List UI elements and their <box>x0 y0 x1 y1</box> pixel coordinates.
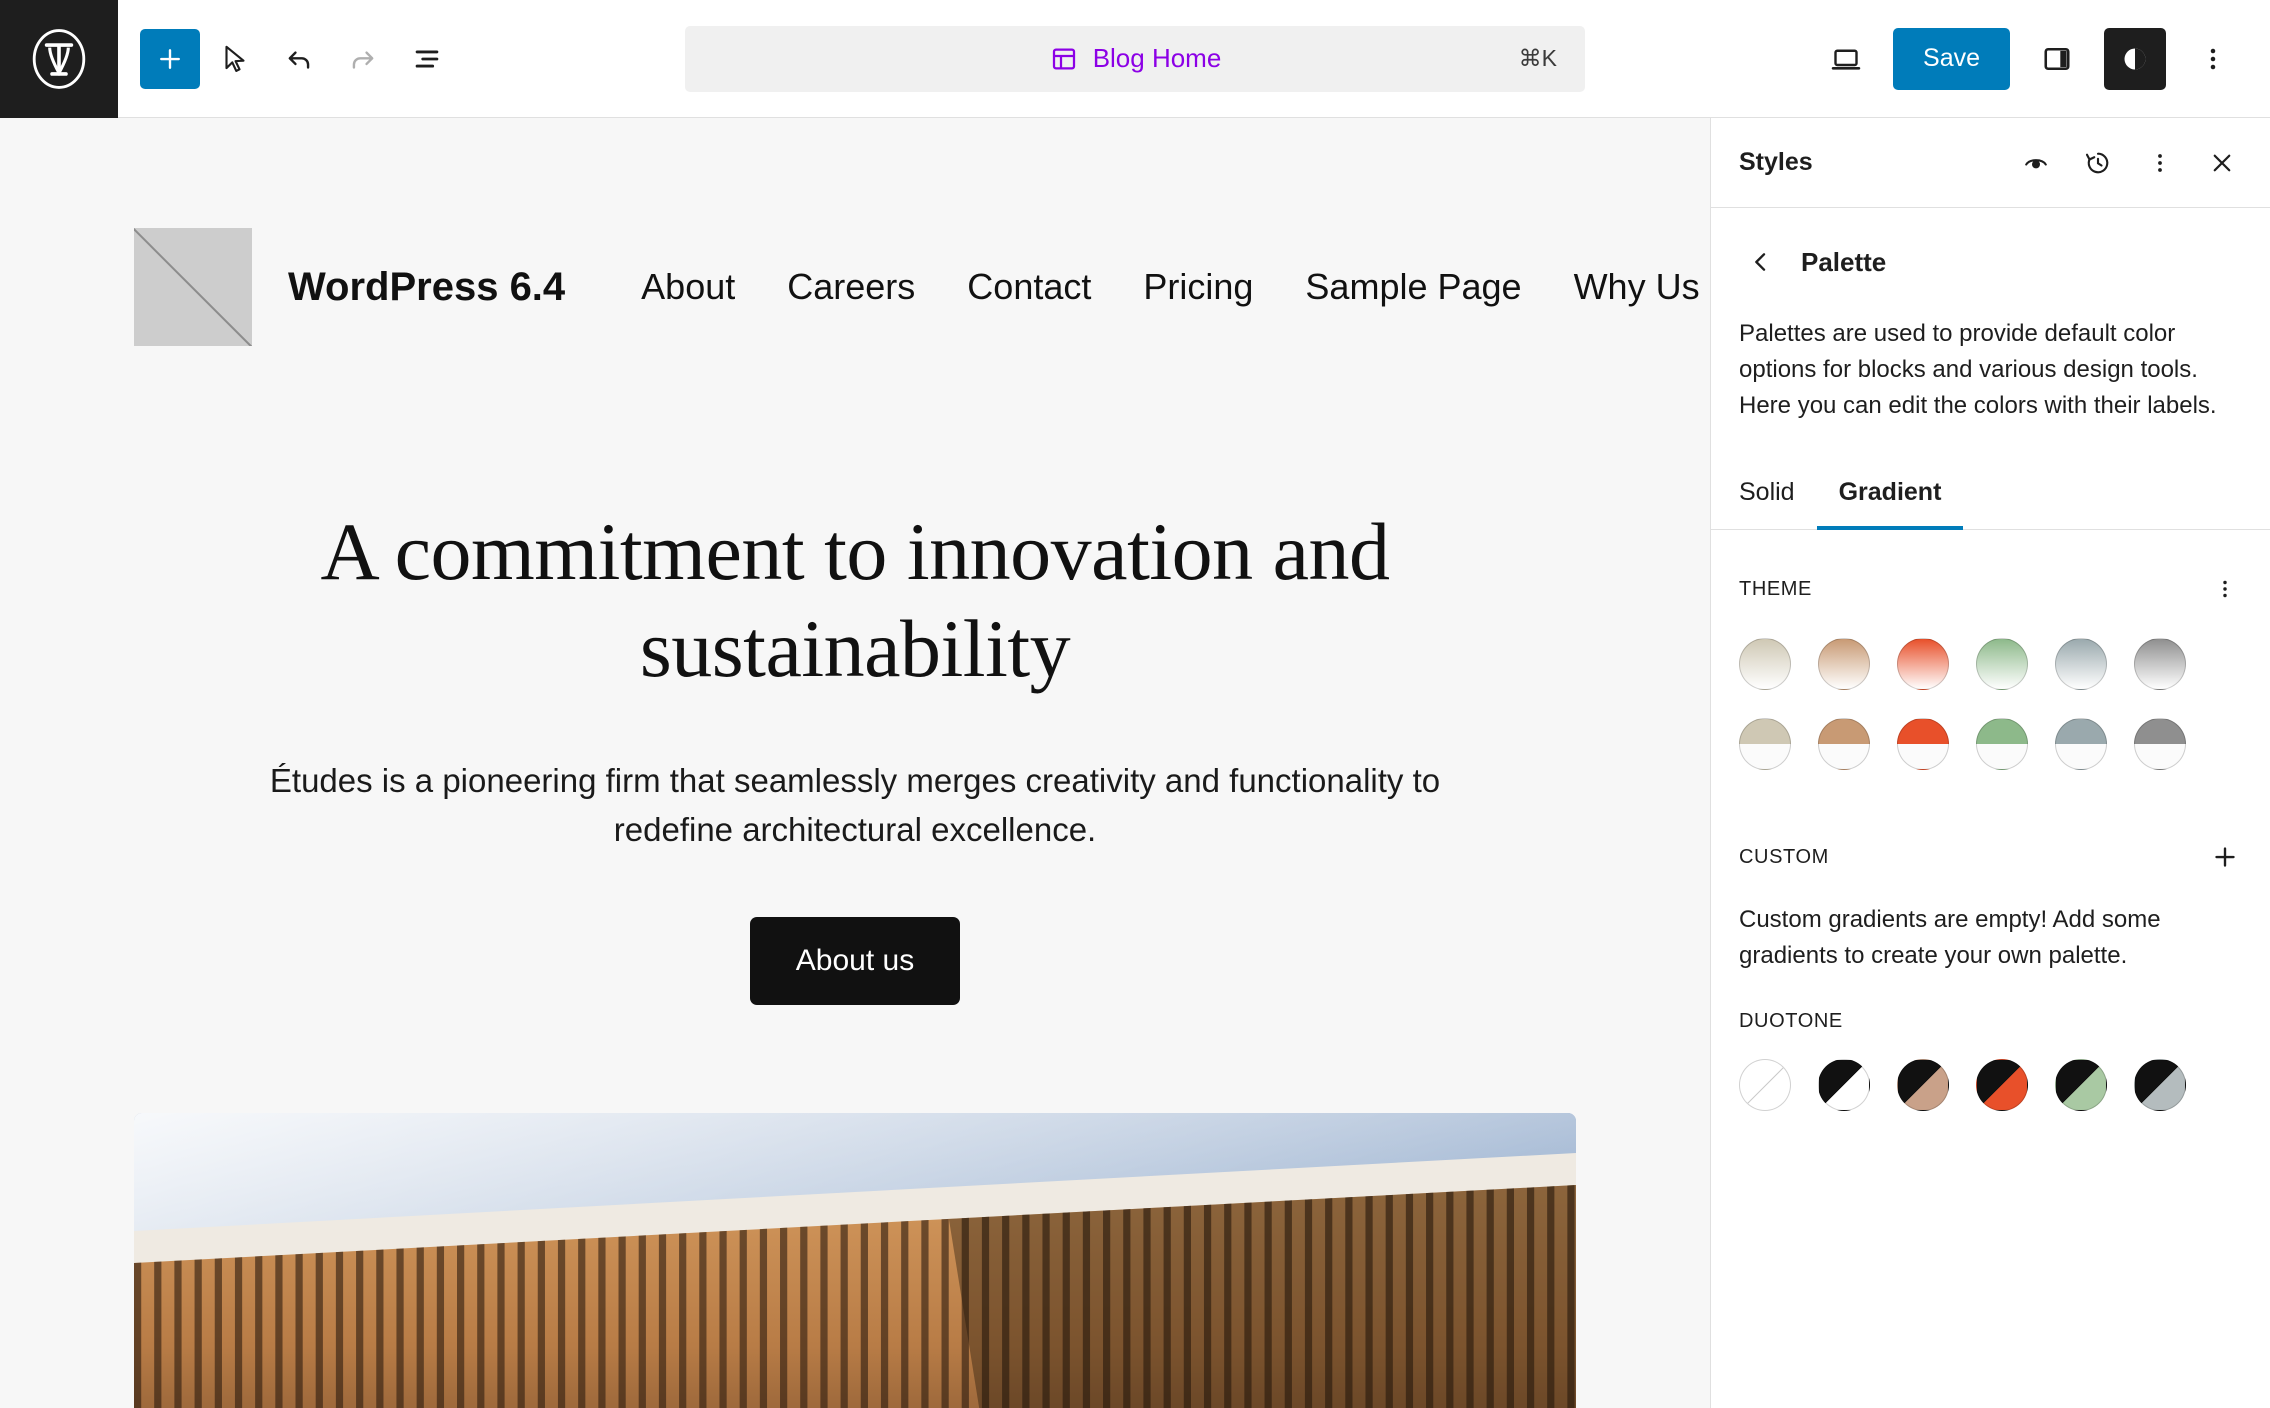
duotone-section-header: DUOTONE <box>1711 974 2270 1033</box>
desktop-device-icon <box>1828 41 1864 77</box>
hardstop-beige-white[interactable] <box>1739 718 1791 770</box>
duotone-black-orange[interactable] <box>1976 1059 2028 1111</box>
command-shortcut: ⌘K <box>1519 45 1557 72</box>
undo-arrow-icon <box>282 42 316 76</box>
duotone-black-white[interactable] <box>1818 1059 1870 1111</box>
view-device-button[interactable] <box>1815 28 1877 90</box>
hero-architecture-image[interactable] <box>134 1113 1576 1408</box>
vertical-orange-to-white[interactable] <box>1897 638 1949 690</box>
styles-sidebar: Styles <box>1710 118 2270 1408</box>
nav-item-pricing[interactable]: Pricing <box>1143 266 1253 308</box>
list-view-icon <box>410 42 444 76</box>
nav-item-about[interactable]: About <box>641 266 735 308</box>
toolbar-right-group: Save <box>1815 28 2270 90</box>
custom-label: CUSTOM <box>1739 846 1829 869</box>
tab-gradient[interactable]: Gradient <box>1817 478 1964 529</box>
more-options-button[interactable] <box>2182 28 2244 90</box>
cursor-arrow-icon <box>218 42 252 76</box>
site-canvas[interactable]: WordPress 6.4 About Careers Contact Pric… <box>0 118 1710 1408</box>
hardstop-gray-white[interactable] <box>2134 718 2186 770</box>
theme-label: THEME <box>1739 578 1812 601</box>
palette-tabs: Solid Gradient <box>1711 434 2270 530</box>
vertical-tan-to-white[interactable] <box>1818 638 1870 690</box>
wordpress-logo-icon[interactable] <box>0 0 118 118</box>
styles-panel-header: Styles <box>1711 118 2270 208</box>
eye-icon <box>2021 148 2051 178</box>
add-custom-gradient-button[interactable] <box>2202 834 2248 880</box>
back-button[interactable] <box>1739 240 1783 284</box>
styles-more-button[interactable] <box>2134 137 2186 189</box>
canvas-gutter: WordPress 6.4 About Careers Contact Pric… <box>0 118 1710 1408</box>
three-dots-vertical-icon <box>2212 576 2238 602</box>
undo-button[interactable] <box>270 30 328 88</box>
vertical-gray-to-white[interactable] <box>2134 638 2186 690</box>
plus-icon <box>2210 842 2240 872</box>
hero-section: A commitment to innovation and sustainab… <box>0 346 1710 1005</box>
toolbar-left-group <box>118 29 456 89</box>
close-x-icon <box>2207 148 2237 178</box>
nav-item-contact[interactable]: Contact <box>967 266 1091 308</box>
hardstop-green-white[interactable] <box>1976 718 2028 770</box>
revision-history-icon <box>2083 148 2113 178</box>
document-bar[interactable]: Blog Home ⌘K <box>685 26 1585 92</box>
theme-section-header: THEME <box>1711 530 2270 612</box>
settings-toggle-button[interactable] <box>2026 28 2088 90</box>
site-navigation: About Careers Contact Pricing Sample Pag… <box>641 266 1699 308</box>
style-book-button[interactable] <box>2010 137 2062 189</box>
sidebar-panel-icon <box>2039 41 2075 77</box>
document-title: Blog Home <box>1093 43 1222 74</box>
custom-empty-message: Custom gradients are empty! Add some gra… <box>1711 880 2270 974</box>
editor-body: WordPress 6.4 About Careers Contact Pric… <box>0 118 2270 1408</box>
hardstop-bluegray-white[interactable] <box>2055 718 2107 770</box>
add-block-button[interactable] <box>140 29 200 89</box>
nav-item-why-us[interactable]: Why Us <box>1574 266 1700 308</box>
styles-toggle-button[interactable] <box>2104 28 2166 90</box>
duotone-black-green[interactable] <box>2055 1059 2107 1111</box>
contrast-circle-icon <box>2117 41 2153 77</box>
vertical-bluegray-to-white[interactable] <box>2055 638 2107 690</box>
editor-toolbar: Blog Home ⌘K Save <box>0 0 2270 118</box>
duotone-black-gray[interactable] <box>2134 1059 2186 1111</box>
duotone-black-tan[interactable] <box>1897 1059 1949 1111</box>
site-title: WordPress 6.4 <box>288 265 565 310</box>
palette-nav-row: Palette <box>1711 208 2270 294</box>
tools-button[interactable] <box>206 30 264 88</box>
redo-button[interactable] <box>334 30 392 88</box>
nav-item-careers[interactable]: Careers <box>787 266 915 308</box>
nav-item-sample-page[interactable]: Sample Page <box>1305 266 1521 308</box>
palette-title: Palette <box>1801 247 1886 278</box>
custom-section-header: CUSTOM <box>1711 798 2270 880</box>
editor-root: Blog Home ⌘K Save <box>0 0 2270 1408</box>
hero-paragraph[interactable]: Études is a pioneering firm that seamles… <box>230 756 1480 855</box>
revisions-button[interactable] <box>2072 137 2124 189</box>
tab-solid[interactable]: Solid <box>1739 478 1817 529</box>
three-dots-vertical-icon <box>2146 149 2174 177</box>
three-dots-vertical-icon <box>2197 43 2229 75</box>
palette-description: Palettes are used to provide default col… <box>1711 294 2270 424</box>
site-header: WordPress 6.4 About Careers Contact Pric… <box>0 118 1710 346</box>
hero-heading[interactable]: A commitment to innovation and sustainab… <box>200 504 1510 698</box>
styles-panel-title: Styles <box>1739 148 1813 177</box>
template-layout-icon <box>1049 44 1079 74</box>
styles-panel-content: Palette Palettes are used to provide def… <box>1711 208 2270 1408</box>
duotone-grid <box>1711 1033 2270 1111</box>
chevron-left-icon <box>1747 248 1775 276</box>
hero-about-us-button[interactable]: About us <box>750 917 960 1005</box>
plus-icon <box>155 44 185 74</box>
hardstop-tan-white[interactable] <box>1818 718 1870 770</box>
theme-gradient-grid <box>1711 612 2231 798</box>
vertical-green-to-white[interactable] <box>1976 638 2028 690</box>
redo-arrow-icon <box>346 42 380 76</box>
hero-image-container <box>0 1005 1710 1408</box>
list-view-button[interactable] <box>398 30 456 88</box>
theme-more-button[interactable] <box>2202 566 2248 612</box>
close-styles-button[interactable] <box>2196 137 2248 189</box>
site-logo-placeholder-icon[interactable] <box>134 228 252 346</box>
styles-header-actions <box>2010 137 2248 189</box>
save-button[interactable]: Save <box>1893 28 2010 90</box>
hardstop-orange-white[interactable] <box>1897 718 1949 770</box>
duotone-label: DUOTONE <box>1739 1010 1843 1033</box>
duotone-none[interactable] <box>1739 1059 1791 1111</box>
vertical-beige-to-white[interactable] <box>1739 638 1791 690</box>
